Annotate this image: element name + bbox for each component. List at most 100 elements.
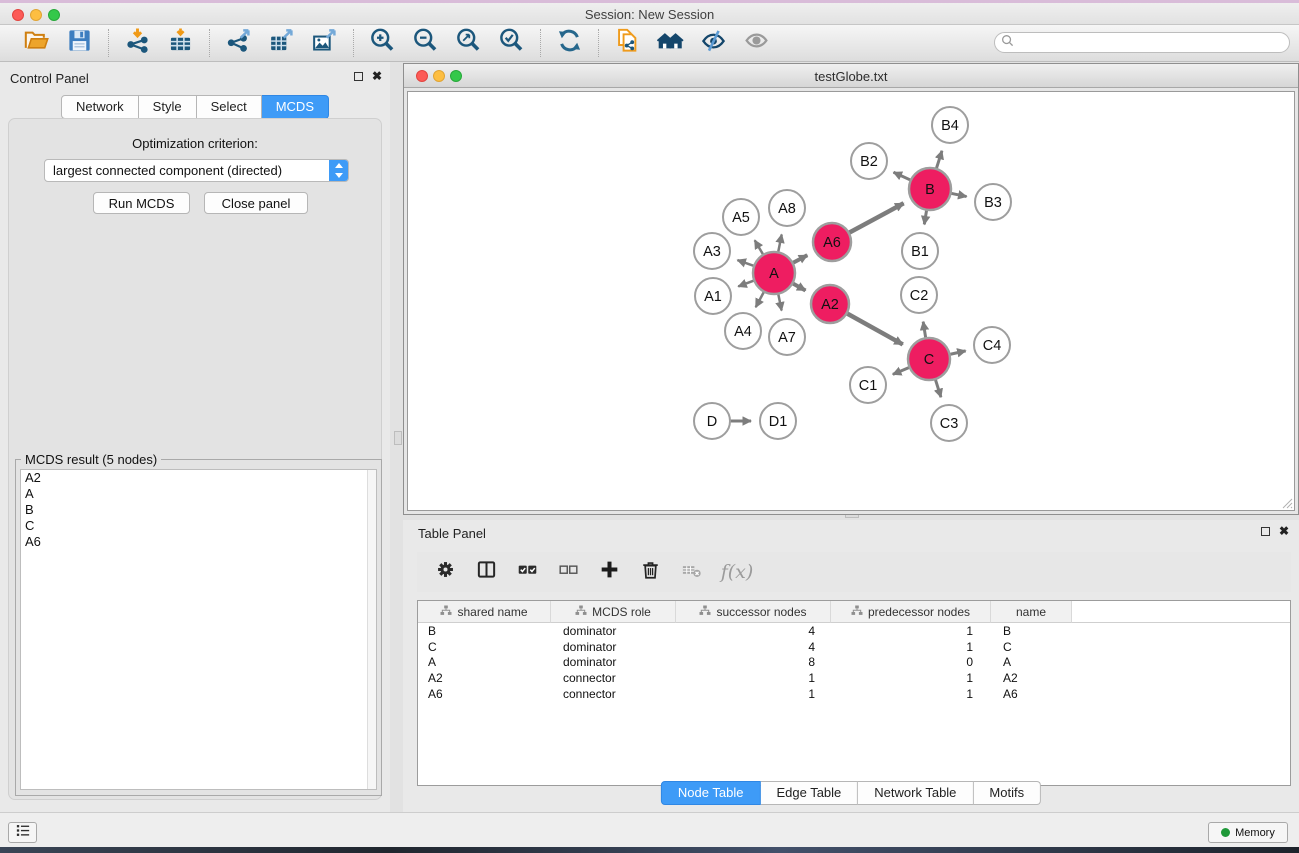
mcds-result-list[interactable]: A2ABCA6 (20, 469, 377, 790)
open-file-button[interactable] (22, 29, 51, 58)
zoom-in-button[interactable] (368, 29, 397, 58)
graph-node-D[interactable]: D (694, 403, 730, 439)
graph-node-C3[interactable]: C3 (931, 405, 967, 441)
export-image-button[interactable] (310, 29, 339, 58)
close-table-panel-icon[interactable]: ✖ (1279, 526, 1289, 537)
table-row-C[interactable]: Cdominator41C (418, 639, 1290, 655)
export-table-button[interactable] (267, 29, 296, 58)
export-network-button[interactable] (224, 29, 253, 58)
duplicate-network-button[interactable] (613, 29, 642, 58)
add-column-button[interactable] (597, 560, 621, 584)
tab-style[interactable]: Style (139, 95, 197, 119)
column-header-shared-name[interactable]: shared name (418, 601, 551, 623)
window-resize-grip[interactable] (1280, 496, 1293, 509)
tab-node-table[interactable]: Node Table (661, 781, 761, 805)
graph-node-A2[interactable]: A2 (811, 285, 849, 323)
table-row-A[interactable]: Adominator80A (418, 654, 1290, 670)
run-mcds-button[interactable]: Run MCDS (93, 192, 190, 214)
graph-node-B4[interactable]: B4 (932, 107, 968, 143)
graph-node-A6[interactable]: A6 (813, 223, 851, 261)
column-header-name[interactable]: name (991, 601, 1072, 623)
table-cell[interactable]: connector (551, 687, 676, 701)
graph-edge-A6-B[interactable] (847, 203, 904, 234)
result-list-item[interactable]: A2 (21, 470, 376, 486)
import-table-button[interactable] (166, 29, 195, 58)
graph-node-A4[interactable]: A4 (725, 313, 761, 349)
node-table[interactable]: shared nameMCDS rolesuccessor nodesprede… (417, 600, 1291, 786)
table-cell[interactable]: C (991, 640, 1072, 654)
result-list-item[interactable]: A (21, 486, 376, 502)
close-panel-button[interactable]: Close panel (204, 192, 308, 214)
table-cell[interactable]: 4 (676, 624, 831, 638)
search-input[interactable] (1014, 34, 1289, 51)
table-cell[interactable]: A (418, 655, 551, 669)
graph-node-A[interactable]: A (753, 252, 795, 294)
memory-button[interactable]: Memory (1208, 822, 1288, 843)
hide-selected-button[interactable] (699, 29, 728, 58)
tab-network[interactable]: Network (61, 95, 139, 119)
table-cell[interactable]: 1 (831, 671, 991, 685)
table-cell[interactable]: dominator (551, 640, 676, 654)
graph-node-B1[interactable]: B1 (902, 233, 938, 269)
toggle-column-button[interactable] (474, 560, 498, 584)
tab-motifs[interactable]: Motifs (973, 781, 1041, 805)
graph-node-C[interactable]: C (908, 338, 950, 380)
table-cell[interactable]: 1 (831, 640, 991, 654)
table-cell[interactable]: 1 (676, 687, 831, 701)
result-list-scrollbar[interactable] (367, 470, 376, 789)
select-all-button[interactable] (515, 560, 539, 584)
network-window-titlebar[interactable]: testGlobe.txt (404, 64, 1298, 88)
save-session-button[interactable] (65, 29, 94, 58)
graph-node-A8[interactable]: A8 (769, 190, 805, 226)
deselect-all-button[interactable] (556, 560, 580, 584)
float-panel-icon[interactable] (354, 72, 363, 81)
delete-column-button[interactable] (638, 560, 662, 584)
tab-select[interactable]: Select (197, 95, 262, 119)
first-neighbors-button[interactable] (656, 29, 685, 58)
result-list-item[interactable]: C (21, 518, 376, 534)
table-settings-button[interactable] (433, 560, 457, 584)
network-graph[interactable]: B4B2BB3A8A5A6A3B1AA1C2A2A4A7C4CC1DD1C3 (408, 92, 1295, 511)
column-header-successor-nodes[interactable]: successor nodes (676, 601, 831, 623)
zoom-fit-button[interactable] (454, 29, 483, 58)
graph-node-A5[interactable]: A5 (723, 199, 759, 235)
graph-node-A3[interactable]: A3 (694, 233, 730, 269)
graph-node-A7[interactable]: A7 (769, 319, 805, 355)
result-list-item[interactable]: A6 (21, 534, 376, 550)
close-panel-icon[interactable]: ✖ (372, 71, 382, 82)
table-row-A2[interactable]: A2connector11A2 (418, 670, 1290, 686)
table-cell[interactable]: 0 (831, 655, 991, 669)
graph-node-C2[interactable]: C2 (901, 277, 937, 313)
table-cell[interactable]: 1 (831, 624, 991, 638)
graph-node-A1[interactable]: A1 (695, 278, 731, 314)
network-canvas[interactable]: B4B2BB3A8A5A6A3B1AA1C2A2A4A7C4CC1DD1C3 (407, 91, 1295, 511)
table-cell[interactable]: 4 (676, 640, 831, 654)
tab-mcds[interactable]: MCDS (262, 95, 329, 119)
float-table-panel-icon[interactable] (1261, 527, 1270, 536)
table-cell[interactable]: 8 (676, 655, 831, 669)
result-list-item[interactable]: B (21, 502, 376, 518)
graph-node-B[interactable]: B (909, 168, 951, 210)
tab-network-table[interactable]: Network Table (858, 781, 973, 805)
table-row-A6[interactable]: A6connector11A6 (418, 686, 1290, 702)
table-cell[interactable]: B (991, 624, 1072, 638)
table-cell[interactable]: A6 (991, 687, 1072, 701)
table-cell[interactable]: dominator (551, 624, 676, 638)
table-cell[interactable]: B (418, 624, 551, 638)
zoom-out-button[interactable] (411, 29, 440, 58)
table-cell[interactable]: A2 (418, 671, 551, 685)
graph-node-D1[interactable]: D1 (760, 403, 796, 439)
show-all-button[interactable] (742, 29, 771, 58)
column-header-predecessor-nodes[interactable]: predecessor nodes (831, 601, 991, 623)
optimization-criterion-select[interactable]: largest connected component (directed) (44, 159, 349, 182)
table-cell[interactable]: dominator (551, 655, 676, 669)
table-row-B[interactable]: Bdominator41B (418, 623, 1290, 639)
graph-edge-A2-C[interactable] (845, 312, 903, 344)
tab-edge-table[interactable]: Edge Table (760, 781, 858, 805)
table-cell[interactable]: connector (551, 671, 676, 685)
table-cell[interactable]: C (418, 640, 551, 654)
graph-node-C4[interactable]: C4 (974, 327, 1010, 363)
table-cell[interactable]: 1 (676, 671, 831, 685)
search-field[interactable] (994, 32, 1290, 53)
import-network-button[interactable] (123, 29, 152, 58)
